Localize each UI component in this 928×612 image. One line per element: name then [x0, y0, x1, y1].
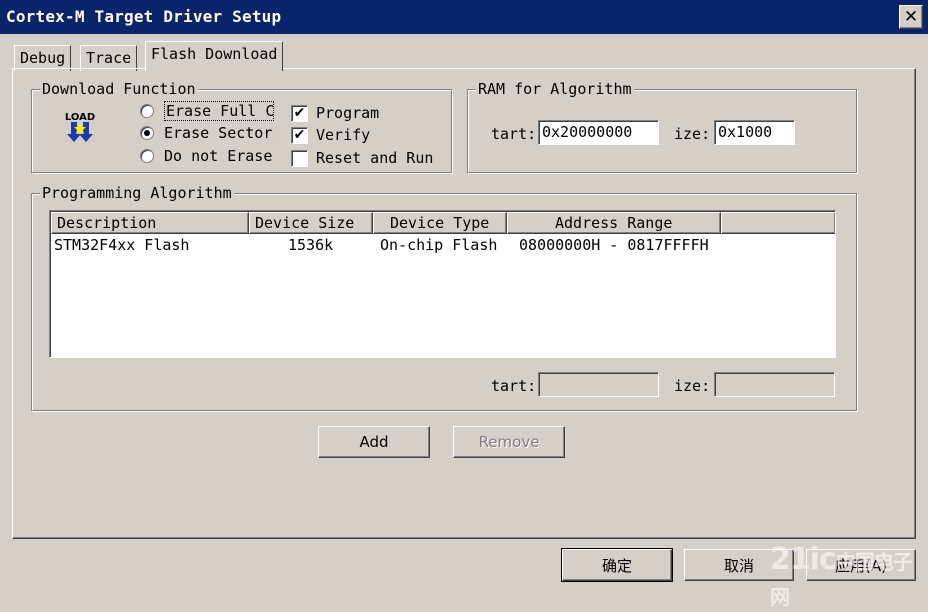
ram-start-input[interactable]: 0x20000000 [538, 120, 659, 145]
column-header-device-size[interactable]: Device Size [249, 212, 373, 234]
radio-dot [140, 104, 154, 118]
radio-dot [140, 149, 154, 163]
radio-do-not-erase[interactable]: Do not Erase [140, 147, 272, 165]
checkbox-empty [291, 149, 308, 167]
close-button[interactable]: ✕ [899, 5, 923, 29]
radio-label: Do not Erase [164, 147, 273, 165]
title-bar: Cortex-M Target Driver Setup ✕ [0, 0, 928, 34]
list-header: Description Device Size Device Type Addr… [51, 212, 835, 234]
column-header-description[interactable]: Description [51, 212, 249, 234]
radio-erase-full-chip[interactable]: Erase Full C [140, 101, 274, 121]
group-legend: Download Function [40, 79, 198, 99]
check-mark-icon: ✔ [291, 104, 308, 122]
load-icon: LOAD [62, 109, 98, 145]
checkbox-reset-and-run[interactable]: Reset and Run [291, 149, 433, 167]
check-mark-icon: ✔ [291, 126, 308, 144]
radio-dot [140, 126, 154, 140]
radio-label: Erase Full C [164, 101, 274, 121]
column-header-blank [721, 212, 835, 234]
ram-size-input[interactable]: 0x1000 [714, 120, 795, 145]
algorithm-size-label: ize: [674, 377, 711, 395]
cell-address-range: 08000000H - 0817FFFFH [519, 236, 709, 254]
algorithm-start-input[interactable] [538, 372, 659, 397]
group-legend: Programming Algorithm [40, 183, 234, 203]
remove-button[interactable]: Remove [453, 426, 565, 458]
group-legend: RAM for Algorithm [476, 79, 634, 99]
checkbox-verify[interactable]: ✔ Verify [291, 126, 370, 144]
ok-button[interactable]: 确定 [561, 548, 673, 582]
algorithm-list[interactable]: Description Device Size Device Type Addr… [49, 210, 836, 358]
column-header-address-range[interactable]: Address Range [507, 212, 721, 234]
cell-device-size: 1536k [288, 236, 334, 254]
checkbox-label: Reset and Run [316, 149, 434, 167]
cancel-button[interactable]: 取消 [684, 549, 794, 581]
tab-label: Flash Download [151, 45, 278, 63]
ram-start-label: tart: [491, 125, 537, 143]
window-title: Cortex-M Target Driver Setup [6, 7, 282, 26]
radio-erase-sectors[interactable]: Erase Sector: [140, 124, 276, 142]
add-button[interactable]: Add [318, 426, 430, 458]
column-header-device-type[interactable]: Device Type [373, 212, 507, 234]
ram-size-label: ize: [674, 125, 711, 143]
close-icon: ✕ [903, 6, 919, 27]
checkbox-label: Program [316, 104, 380, 122]
cell-description: STM32F4xx Flash [54, 236, 190, 254]
algorithm-size-input[interactable] [714, 372, 835, 397]
checkbox-program[interactable]: ✔ Program [291, 104, 379, 122]
checkbox-label: Verify [316, 126, 371, 144]
tab-label: Debug [20, 49, 66, 67]
load-icon-label: LOAD [65, 112, 95, 123]
tab-flash-download[interactable]: Flash Download [145, 41, 284, 71]
radio-label: Erase Sector: [164, 124, 276, 142]
apply-button[interactable]: 应用(A) [806, 549, 916, 581]
algorithm-start-label: tart: [491, 377, 537, 395]
tab-label: Trace [86, 49, 132, 67]
cell-device-type: On-chip Flash [380, 236, 498, 254]
